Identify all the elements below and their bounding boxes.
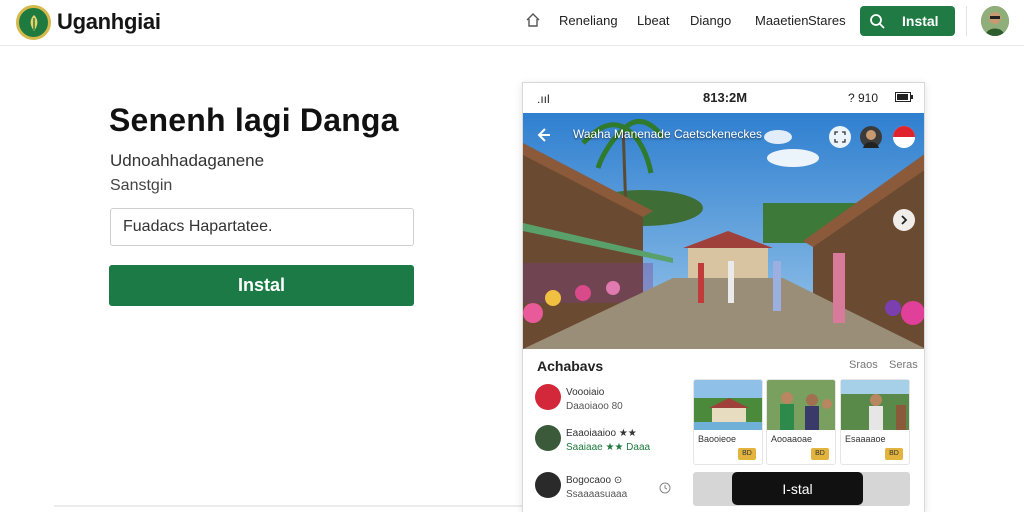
list-item-title: Eaaoiaaioo ★★ — [566, 428, 637, 439]
list-item-meta: Saaiaae ★★ Daaa — [566, 442, 651, 453]
arrow-left-icon[interactable] — [535, 127, 551, 143]
bottom-divider — [54, 505, 524, 507]
card-tag: BD — [885, 448, 903, 460]
list-item[interactable]: Voooiaio Daaoiaoo 80 — [535, 384, 683, 418]
search-icon — [870, 14, 885, 29]
market-street-image — [523, 113, 924, 349]
list-item[interactable]: Bogocaoo ⊙ Ssaaaasuaaa — [535, 472, 683, 506]
chevron-right-icon — [901, 215, 908, 225]
nav-link-1[interactable]: Reneliang — [559, 13, 618, 28]
avatar[interactable] — [981, 6, 1009, 36]
nav-divider — [966, 6, 967, 36]
section-link-2[interactable]: Seras — [889, 359, 918, 371]
photo-caption: Waaha Manenade Caetsckeneckes — [573, 127, 762, 141]
hero-title: Senenh lagi Danga — [109, 102, 399, 138]
nav-link-2[interactable]: Lbeat — [637, 13, 670, 28]
logo[interactable] — [16, 5, 51, 40]
nav-link-3[interactable]: Diango — [690, 13, 731, 28]
hero-subtitle: Udnoahhadaganene — [110, 151, 265, 170]
leaf-emblem-icon — [30, 14, 37, 31]
next-button[interactable] — [893, 209, 915, 231]
list-item-meta: Ssaaaasuaaa — [566, 489, 628, 500]
section-title: Achabavs — [537, 358, 604, 374]
top-navigation-bar: Uganhgiai Reneliang Lbeat Diango Maaetie… — [0, 0, 1024, 46]
list-item[interactable]: Eaaoiaaioo ★★ Saaiaae ★★ Daaa — [535, 425, 683, 459]
nav-link-5[interactable]: Stares — [808, 13, 846, 28]
village-market-photo[interactable]: Waaha Manenade Caetsckeneckes — [523, 113, 924, 349]
hero-input-field[interactable]: Fuadacs Hapartatee. — [110, 208, 414, 246]
expand-button[interactable] — [829, 126, 851, 148]
phone-mockup: .ııl 813:2M ? 910 Waaha Manenade Caetsck… — [522, 82, 925, 512]
avatar — [535, 384, 561, 410]
card-tag: BD — [811, 448, 829, 460]
clock-icon — [659, 482, 671, 494]
section-link-1[interactable]: Sraos — [849, 359, 878, 371]
activity-list: Voooiaio Daaoiaoo 80 Eaaoiaaioo ★★ Saaia… — [523, 379, 683, 509]
brand-name[interactable]: Uganhgiai — [57, 9, 161, 35]
list-item-title: Bogocaoo ⊙ — [566, 475, 623, 486]
card-label: Baooieoe — [698, 434, 737, 444]
avatar — [535, 472, 561, 498]
list-item-meta: Daaoiaoo 80 — [566, 401, 623, 412]
card-label: Aooaaoae — [771, 434, 813, 444]
battery-icon — [895, 92, 913, 102]
list-item-title: Voooiaio — [566, 387, 605, 398]
place-card[interactable]: Baooieoe BD — [693, 379, 763, 465]
home-icon[interactable] — [524, 11, 542, 29]
card-image — [841, 380, 909, 430]
status-battery: ? 910 — [848, 91, 879, 105]
hero-install-button[interactable]: Instal — [109, 265, 414, 306]
status-time: 813:2M — [703, 90, 748, 105]
phone-status-bar: .ııl 813:2M ? 910 — [523, 83, 924, 113]
signal-indicator: .ııl — [537, 92, 550, 106]
card-image — [767, 380, 835, 430]
hero-subtitle-second-line: Sanstgin — [110, 177, 173, 194]
avatar — [535, 425, 561, 451]
flag-icon[interactable] — [893, 126, 915, 148]
expand-icon — [834, 131, 846, 143]
install-button[interactable]: Instal — [860, 6, 955, 36]
card-label: Esaaaaoe — [845, 434, 886, 444]
hero-input-placeholder: Fuadacs Hapartatee. — [123, 218, 273, 235]
phone-install-button[interactable]: I-stal — [732, 472, 863, 505]
card-tag: BD — [738, 448, 756, 460]
card-image — [694, 380, 762, 430]
install-button-label: Instal — [902, 13, 939, 29]
place-card[interactable]: Aooaaoae BD — [766, 379, 836, 465]
nav-link-4[interactable]: Maaetien — [755, 13, 808, 28]
profile-avatar-small[interactable] — [860, 126, 882, 148]
place-card[interactable]: Esaaaaoe BD — [840, 379, 910, 465]
